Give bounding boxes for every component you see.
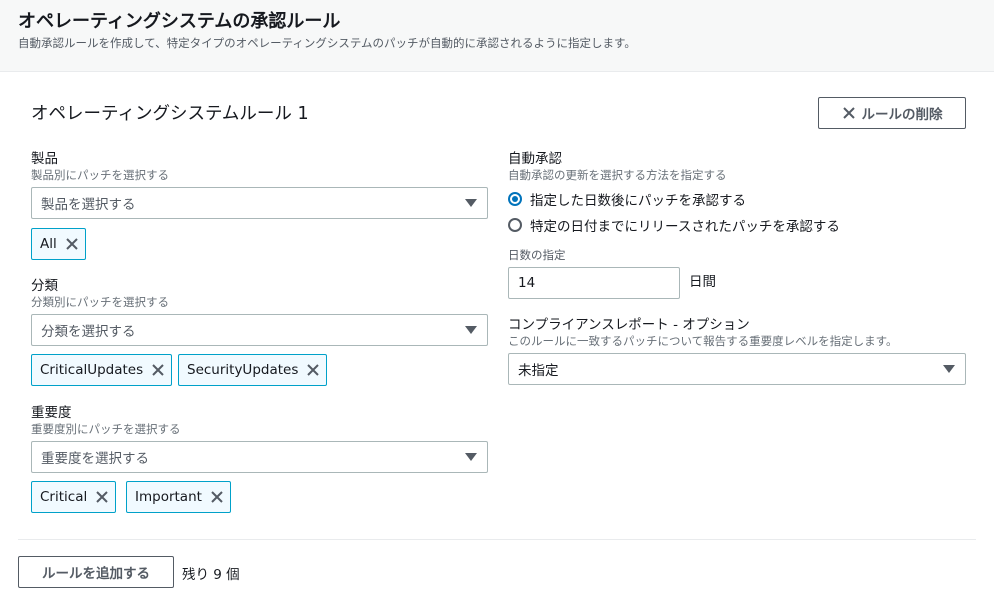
- delete-rule-label: ルールの削除: [861, 107, 943, 123]
- days-label: 日数の指定: [508, 248, 566, 262]
- product-label: 製品: [31, 151, 58, 167]
- caret-down-icon: [465, 199, 477, 207]
- page-header: オペレーティングシステムの承認ルール 自動承認ルールを作成して、特定タイプのオペ…: [0, 0, 994, 72]
- radio-label: 特定の日付までにリリースされたパッチを承認する: [530, 219, 840, 235]
- compliance-label: コンプライアンスレポート - オプション: [508, 317, 750, 333]
- severity-description: 重要度別にパッチを選択する: [31, 422, 181, 436]
- severity-label: 重要度: [31, 405, 72, 421]
- severity-placeholder: 重要度を選択する: [41, 451, 149, 467]
- token-label: SecurityUpdates: [187, 362, 299, 378]
- remove-token-icon[interactable]: [210, 490, 224, 504]
- radio-approve-after-days[interactable]: 指定した日数後にパッチを承認する: [508, 189, 746, 209]
- add-rule-label: ルールを追加する: [42, 566, 150, 582]
- product-select[interactable]: 製品を選択する: [31, 187, 488, 219]
- auto-approval-label: 自動承認: [508, 151, 562, 167]
- classification-placeholder: 分類を選択する: [41, 324, 136, 340]
- classification-select[interactable]: 分類を選択する: [31, 314, 488, 346]
- divider: [18, 539, 976, 540]
- token-label: CriticalUpdates: [40, 362, 144, 378]
- page-title: オペレーティングシステムの承認ルール: [18, 11, 341, 32]
- days-input[interactable]: 14: [508, 267, 680, 299]
- remove-token-icon[interactable]: [306, 363, 320, 377]
- token-security-updates: SecurityUpdates: [178, 354, 328, 386]
- token-all: All: [31, 228, 86, 260]
- page-description: 自動承認ルールを作成して、特定タイプのオペレーティングシステムのパッチが自動的に…: [18, 36, 636, 50]
- caret-down-icon: [465, 453, 477, 461]
- remove-token-icon[interactable]: [151, 363, 165, 377]
- radio-approve-until-date[interactable]: 特定の日付までにリリースされたパッチを承認する: [508, 215, 840, 235]
- remove-token-icon[interactable]: [65, 237, 79, 251]
- radio-label: 指定した日数後にパッチを承認する: [530, 193, 746, 209]
- compliance-selected: 未指定: [518, 363, 559, 379]
- token-critical: Critical: [31, 481, 117, 513]
- rule-title: オペレーティングシステムルール 1: [31, 104, 309, 124]
- token-critical-updates: CriticalUpdates: [31, 354, 173, 386]
- close-icon: [842, 106, 856, 120]
- classification-label: 分類: [31, 278, 58, 294]
- token-label: All: [40, 236, 57, 252]
- remove-token-icon[interactable]: [95, 490, 109, 504]
- severity-select[interactable]: 重要度を選択する: [31, 441, 488, 473]
- delete-rule-button[interactable]: ルールの削除: [818, 97, 966, 129]
- compliance-description: このルールに一致するパッチについて報告する重要度レベルを指定します。: [508, 334, 898, 348]
- days-unit: 日間: [689, 274, 716, 290]
- remaining-count: 残り 9 個: [182, 567, 240, 583]
- caret-down-icon: [943, 365, 955, 373]
- radio-unchecked-icon[interactable]: [508, 218, 522, 232]
- auto-approval-description: 自動承認の更新を選択する方法を指定する: [508, 168, 727, 182]
- compliance-select[interactable]: 未指定: [508, 353, 966, 385]
- caret-down-icon: [465, 326, 477, 334]
- token-label: Important: [135, 489, 202, 505]
- product-description: 製品別にパッチを選択する: [31, 168, 169, 182]
- radio-checked-icon[interactable]: [508, 192, 522, 206]
- product-placeholder: 製品を選択する: [41, 197, 136, 213]
- token-important: Important: [126, 481, 231, 513]
- token-label: Critical: [40, 489, 88, 505]
- classification-description: 分類別にパッチを選択する: [31, 295, 169, 309]
- add-rule-button[interactable]: ルールを追加する: [18, 556, 174, 588]
